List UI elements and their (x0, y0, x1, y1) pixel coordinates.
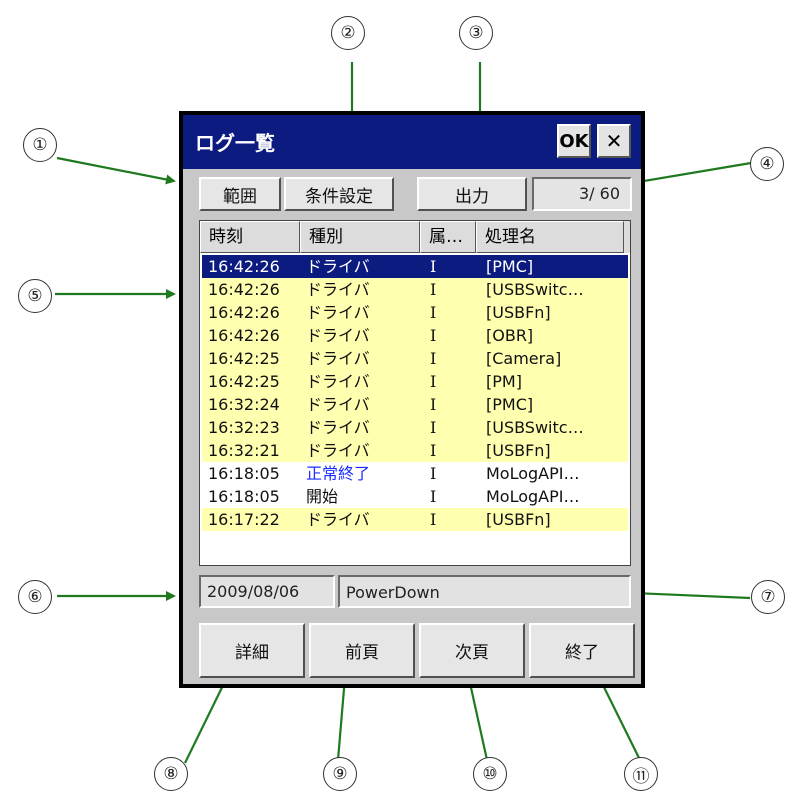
cell-attr: I (430, 510, 437, 529)
date-field: 2009/08/06 (199, 575, 335, 608)
callout-11: ⑪ (624, 757, 658, 791)
callout-8: ⑧ (154, 757, 188, 791)
log-list-window: ログ一覧 OK ✕ 範囲 条件設定 出力 3/ 60 時刻 種別 属… 処理名 … (183, 115, 641, 684)
cell-process-name: [USBSwitc… (486, 418, 584, 437)
cell-process-name: [PMC] (486, 257, 534, 276)
cell-process-name: [PMC] (486, 395, 534, 414)
list-item[interactable]: 16:32:24 ドライバ I [PMC] (202, 393, 628, 416)
page-counter: 3/ 60 (532, 177, 632, 211)
range-button[interactable]: 範囲 (199, 177, 281, 211)
cell-type: ドライバ (306, 257, 370, 276)
cell-attr: I (430, 326, 437, 345)
filter-settings-button[interactable]: 条件設定 (284, 177, 394, 211)
cell-attr: I (430, 303, 437, 322)
cell-type: ドライバ (306, 510, 370, 529)
ok-button[interactable]: OK (557, 124, 591, 158)
window-title: ログ一覧 (195, 131, 275, 155)
callout-9: ⑨ (323, 757, 357, 791)
cell-process-name: [OBR] (486, 326, 534, 345)
cell-type: 開始 (306, 487, 339, 506)
list-item[interactable]: 16:42:25 ドライバ I [Camera] (202, 347, 628, 370)
list-item[interactable]: 16:32:23 ドライバ I [USBSwitc… (202, 416, 628, 439)
end-button[interactable]: 終了 (529, 623, 635, 678)
cell-attr: I (430, 372, 437, 391)
list-rows: 16:42:26 ドライバ I [PMC] 16:42:26 ドライバ I [USBSwitc… (202, 255, 628, 531)
device-frame: ログ一覧 OK ✕ 範囲 条件設定 出力 3/ 60 時刻 種別 属… 処理名 … (179, 111, 645, 688)
list-item[interactable]: 16:32:21 ドライバ I [USBFn] (202, 439, 628, 462)
column-header-process-name[interactable]: 処理名 (476, 221, 624, 253)
cell-time: 16:42:26 (208, 280, 280, 299)
cell-attr: I (430, 349, 437, 368)
detail-button[interactable]: 詳細 (199, 623, 305, 678)
cell-time: 16:42:26 (208, 257, 280, 276)
title-bar: ログ一覧 OK ✕ (183, 115, 641, 169)
list-item[interactable]: 16:42:26 ドライバ I [OBR] (202, 324, 628, 347)
status-message-field: PowerDown (338, 575, 631, 608)
list-item[interactable]: 16:42:26 ドライバ I [PMC] (202, 255, 628, 278)
prev-page-button[interactable]: 前頁 (309, 623, 415, 678)
callout-7: ⑦ (751, 580, 785, 614)
cell-process-name: [USBFn] (486, 441, 551, 460)
callout-4: ④ (750, 147, 784, 181)
cell-time: 16:32:24 (208, 395, 280, 414)
column-header-type[interactable]: 種別 (300, 221, 420, 253)
cell-type: ドライバ (306, 280, 370, 299)
cell-time: 16:42:26 (208, 303, 280, 322)
callout-3: ③ (459, 16, 493, 50)
callout-1: ① (23, 128, 57, 162)
list-item[interactable]: 16:42:25 ドライバ I [PM] (202, 370, 628, 393)
cell-time: 16:32:21 (208, 441, 280, 460)
cell-time: 16:18:05 (208, 487, 280, 506)
cell-process-name: [USBSwitc… (486, 280, 584, 299)
list-item[interactable]: 16:17:22 ドライバ I [USBFn] (202, 508, 628, 531)
cell-type: ドライバ (306, 418, 370, 437)
callout-5: ⑤ (18, 279, 52, 313)
cell-type: 正常終了 (306, 464, 371, 483)
arrow-4 (630, 161, 752, 187)
cell-time: 16:18:05 (208, 464, 280, 483)
list-item[interactable]: 16:18:05 開始 I MoLogAPI… (202, 485, 628, 508)
cell-attr: I (430, 395, 437, 414)
column-header-time[interactable]: 時刻 (200, 221, 300, 253)
cell-process-name: [Camera] (486, 349, 562, 368)
output-button[interactable]: 出力 (417, 177, 527, 211)
cell-type: ドライバ (306, 395, 370, 414)
cell-time: 16:42:26 (208, 326, 280, 345)
cell-attr: I (430, 441, 437, 460)
cell-process-name: [PM] (486, 372, 522, 391)
list-item[interactable]: 16:42:26 ドライバ I [USBSwitc… (202, 278, 628, 301)
close-icon[interactable]: ✕ (597, 124, 631, 158)
list-item[interactable]: 16:42:26 ドライバ I [USBFn] (202, 301, 628, 324)
cell-type: ドライバ (306, 349, 370, 368)
arrow-1 (56, 156, 176, 185)
cell-type: ドライバ (306, 303, 370, 322)
cell-type: ドライバ (306, 326, 370, 345)
cell-attr: I (430, 280, 437, 299)
cell-attr: I (430, 418, 437, 437)
cell-process-name: MoLogAPI… (486, 487, 580, 506)
cell-time: 16:32:23 (208, 418, 280, 437)
cell-time: 16:42:25 (208, 372, 280, 391)
callout-2: ② (331, 16, 365, 50)
callout-10: ⑩ (473, 757, 507, 791)
cell-type: ドライバ (306, 372, 370, 391)
arrow-7 (631, 588, 751, 600)
callout-6: ⑥ (18, 580, 52, 614)
list-header: 時刻 種別 属… 処理名 (200, 221, 630, 253)
log-list[interactable]: 時刻 種別 属… 処理名 16:42:26 ドライバ I [PMC] 16:42:26 ド… (199, 220, 631, 566)
next-page-button[interactable]: 次頁 (419, 623, 525, 678)
cell-attr: I (430, 257, 437, 276)
cell-attr: I (430, 464, 437, 483)
cell-process-name: MoLogAPI… (486, 464, 580, 483)
column-header-attr[interactable]: 属… (420, 221, 476, 253)
cell-process-name: [USBFn] (486, 510, 551, 529)
cell-time: 16:42:25 (208, 349, 280, 368)
cell-process-name: [USBFn] (486, 303, 551, 322)
cell-time: 16:17:22 (208, 510, 280, 529)
cell-type: ドライバ (306, 441, 370, 460)
list-item[interactable]: 16:18:05 正常終了 I MoLogAPI… (202, 462, 628, 485)
cell-attr: I (430, 487, 437, 506)
